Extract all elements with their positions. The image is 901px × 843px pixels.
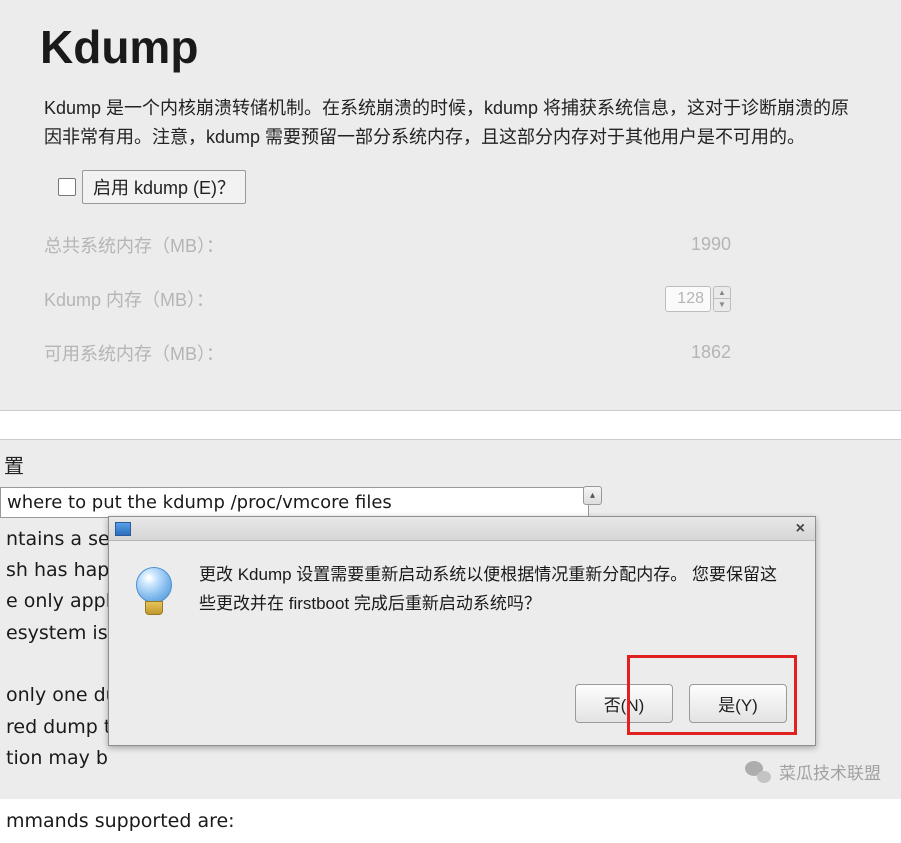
wechat-watermark: 菜瓜技术联盟	[745, 759, 881, 784]
kdump-memory-label: Kdump 内存（MB）：	[44, 286, 214, 312]
dialog-message: 更改 Kdump 设置需要重新启动系统以便根据情况重新分配内存。 您要保留这些更…	[199, 561, 791, 619]
kdump-memory-row: Kdump 内存（MB）： 128 ▲ ▼	[44, 272, 731, 326]
dialog-app-icon	[115, 522, 131, 536]
kdump-settings-panel: Kdump Kdump 是一个内核崩溃转储机制。在系统崩溃的时候，kdump 将…	[0, 0, 901, 411]
total-memory-value: 1990	[691, 234, 731, 255]
total-memory-row: 总共系统内存（MB）： 1990	[44, 218, 731, 272]
yes-button[interactable]: 是(Y)	[689, 684, 787, 723]
spinner-buttons: ▲ ▼	[713, 286, 731, 312]
spinner-down-button[interactable]: ▼	[714, 299, 730, 311]
enable-kdump-row: 启用 kdump (E)？	[58, 170, 871, 204]
close-icon[interactable]: ×	[792, 520, 809, 538]
scroll-up-button[interactable]: ▴	[583, 486, 602, 505]
kdump-description: Kdump 是一个内核崩溃转储机制。在系统崩溃的时候，kdump 将捕获系统信息…	[44, 94, 851, 152]
dialog-body: 更改 Kdump 设置需要重新启动系统以便根据情况重新分配内存。 您要保留这些更…	[109, 541, 815, 629]
wechat-text: 菜瓜技术联盟	[779, 759, 881, 784]
dialog-titlebar[interactable]: ×	[109, 517, 815, 541]
enable-kdump-checkbox[interactable]	[58, 178, 76, 196]
enable-kdump-label[interactable]: 启用 kdump (E)？	[82, 170, 246, 204]
available-memory-value: 1862	[691, 342, 731, 363]
available-memory-label: 可用系统内存（MB）：	[44, 340, 224, 366]
total-memory-label: 总共系统内存（MB）：	[44, 232, 224, 258]
confirm-restart-dialog: × 更改 Kdump 设置需要重新启动系统以便根据情况重新分配内存。 您要保留这…	[108, 516, 816, 746]
kdump-memory-input[interactable]: 128	[665, 286, 711, 312]
kdump-memory-spinner: 128 ▲ ▼	[665, 286, 731, 312]
page-title: Kdump	[40, 20, 871, 74]
no-button[interactable]: 否(N)	[575, 684, 673, 723]
panel-gap	[0, 411, 901, 439]
wechat-icon	[745, 761, 771, 783]
config-header: 置	[0, 448, 901, 487]
available-memory-row: 可用系统内存（MB）： 1862	[44, 326, 731, 380]
info-bulb-icon	[133, 567, 175, 619]
spinner-up-button[interactable]: ▲	[714, 287, 730, 299]
dialog-button-row: 否(N) 是(Y)	[575, 684, 787, 723]
config-first-line[interactable]: where to put the kdump /proc/vmcore file…	[0, 487, 589, 518]
